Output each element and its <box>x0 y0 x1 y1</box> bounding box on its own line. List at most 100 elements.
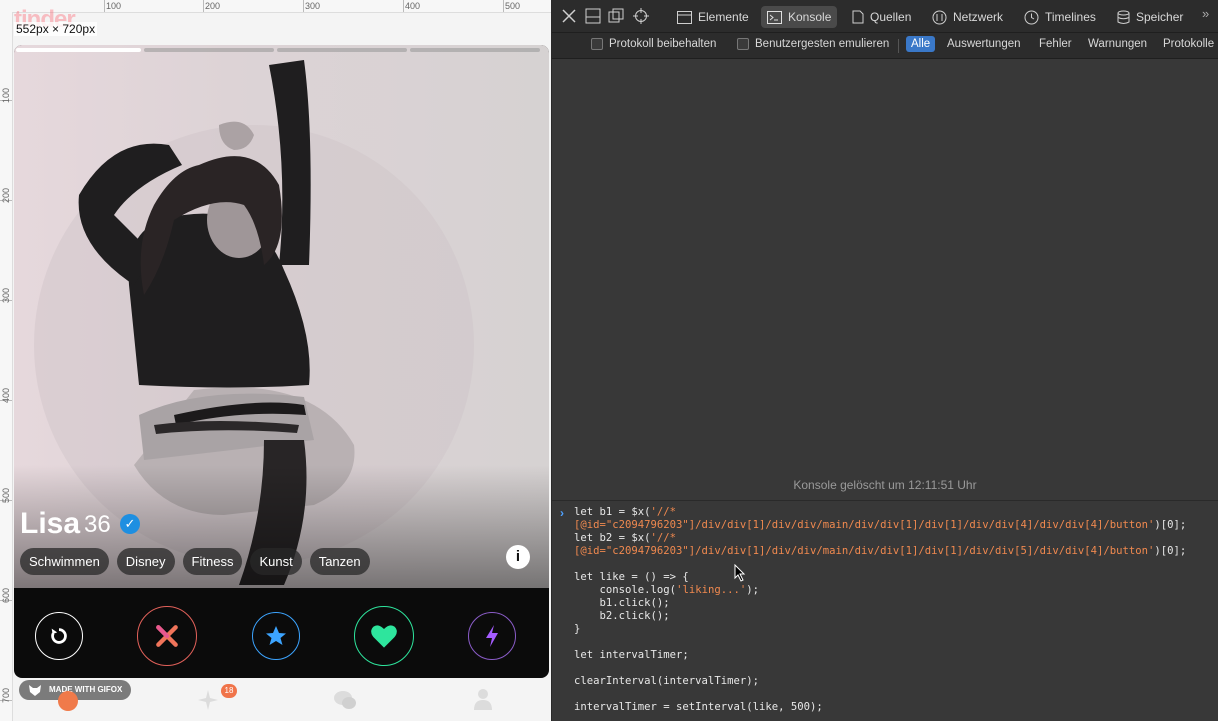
code-line: b2.click(); <box>574 610 670 622</box>
filter-errors[interactable]: Fehler <box>1039 38 1072 50</box>
tab-label: Timelines <box>1045 10 1096 24</box>
tab-network[interactable]: Netzwerk <box>932 6 1003 28</box>
ruler-tick: 300 <box>0 288 12 303</box>
ruler-tick: 700 <box>0 688 12 703</box>
preserve-log-checkbox[interactable]: Protokoll beibehalten <box>591 38 716 50</box>
ruler-label: 500 <box>1 488 11 504</box>
nope-button[interactable] <box>137 606 197 666</box>
interest-chip: Disney <box>116 548 175 575</box>
checkbox-label: Protokoll beibehalten <box>609 38 717 50</box>
code-string: [@id="c2094796203"]/div/div[1]/div/div/m… <box>574 519 1155 531</box>
filter-warnings[interactable]: Warnungen <box>1088 38 1147 50</box>
console-filter-bar: Protokoll beibehalten Benutzergesten emu… <box>552 33 1218 59</box>
star-icon <box>266 626 286 645</box>
viewport-size-label: 552px × 720px <box>14 22 98 36</box>
profile-card[interactable]: Lisa 36 ✓ Schwimmen Disney Fitness Kunst… <box>14 45 549 678</box>
tab-sources[interactable]: Quellen <box>852 6 911 28</box>
ruler-tick: 200 <box>0 188 12 203</box>
interest-chip: Fitness <box>182 548 243 575</box>
profile-name: Lisa <box>20 507 81 540</box>
tab-label: Konsole <box>788 10 832 24</box>
ruler-label: 100 <box>1 88 11 104</box>
filter-logs[interactable]: Protokolle <box>1163 38 1214 50</box>
ruler-label: 400 <box>405 1 421 11</box>
close-icon[interactable] <box>562 9 576 23</box>
profile-photo[interactable]: Lisa 36 ✓ Schwimmen Disney Fitness Kunst… <box>14 45 549 588</box>
element-picker-icon[interactable] <box>633 8 649 24</box>
nav-discover-icon[interactable] <box>58 691 78 711</box>
code-token: ); <box>746 584 759 596</box>
undock-icon[interactable] <box>608 8 624 24</box>
filter-all[interactable]: Alle <box>906 36 936 52</box>
ruler-label: 700 <box>1 688 11 704</box>
interest-chip: Tanzen <box>309 548 370 575</box>
ruler-label: 400 <box>1 388 11 404</box>
code-line: clearInterval(intervalTimer); <box>574 675 759 687</box>
code-string: '//* <box>650 532 677 544</box>
code-string: 'liking...' <box>676 584 747 596</box>
code-token: console.log( <box>574 584 677 596</box>
filter-divider <box>898 39 899 53</box>
code-token: )[0]; <box>1154 545 1187 557</box>
tab-elements[interactable]: Elemente <box>677 6 749 28</box>
browser-viewport: 100 200 300 400 500 100 200 300 400 500 … <box>0 0 551 721</box>
like-button[interactable] <box>354 606 414 666</box>
tab-label: Netzwerk <box>953 10 1004 24</box>
code-line: } <box>574 623 581 635</box>
tab-label: Speicher <box>1136 10 1184 24</box>
tab-console[interactable]: Konsole <box>761 6 838 28</box>
vertical-ruler: 100 200 300 400 500 600 700 <box>0 12 13 721</box>
code-token: )[0]; <box>1154 519 1187 531</box>
filter-label: Auswertungen <box>947 38 1021 50</box>
x-icon <box>156 625 178 647</box>
tab-timelines[interactable]: Timelines <box>1024 6 1096 28</box>
ruler-tick: 100 <box>0 88 12 103</box>
code-string: '//* <box>650 506 677 518</box>
nav-explore-icon[interactable] <box>197 689 219 711</box>
code-line: let intervalTimer; <box>574 649 689 661</box>
horizontal-ruler: 100 200 300 400 500 <box>0 0 551 13</box>
ruler-tick: 200 <box>203 0 220 12</box>
console-prompt-chevron-icon: › <box>560 506 564 520</box>
ruler-tick: 500 <box>503 0 520 12</box>
filter-label: Alle <box>906 36 936 52</box>
notification-badge: 18 <box>221 684 237 698</box>
console-input[interactable]: let b1 = $x('//* [@id="c2094796203"]/div… <box>574 506 1186 714</box>
ruler-tick: 100 <box>104 0 121 12</box>
nav-messages-icon[interactable] <box>333 689 357 711</box>
tab-storage[interactable]: Speicher <box>1117 6 1183 28</box>
filter-evaluations[interactable]: Auswertungen <box>947 38 1021 50</box>
devtools-tab-bar: Elemente Konsole Quellen Netzwerk Timeli… <box>552 0 1218 33</box>
boost-button[interactable] <box>468 612 516 660</box>
verified-badge-icon: ✓ <box>120 514 140 534</box>
filter-label: Protokolle <box>1163 38 1215 50</box>
ruler-label: 600 <box>1 588 11 604</box>
interest-chip: Kunst <box>250 548 302 575</box>
ruler-label: 300 <box>1 288 11 304</box>
checkbox-label: Benutzergesten emulieren <box>755 38 890 50</box>
code-line: intervalTimer = setInterval(like, 500); <box>574 701 823 713</box>
ruler-tick: 600 <box>0 588 12 603</box>
dock-bottom-icon[interactable] <box>585 8 601 24</box>
emulate-gestures-checkbox[interactable]: Benutzergesten emulieren <box>737 38 889 50</box>
super-like-button[interactable] <box>252 612 300 660</box>
code-token: let b1 = $x( <box>574 506 651 518</box>
rewind-icon <box>51 628 67 644</box>
code-string: [@id="c2094796203"]/div/div[1]/div/div/m… <box>574 545 1155 557</box>
console-separator <box>552 500 1218 501</box>
gifox-logo-icon <box>29 685 41 696</box>
mouse-cursor-icon <box>734 564 746 582</box>
filter-label: Fehler <box>1039 38 1072 50</box>
profile-age: 36 <box>84 511 111 538</box>
code-line: let like = () => { <box>574 571 689 583</box>
filter-label: Warnungen <box>1088 38 1148 50</box>
sources-icon <box>852 10 864 24</box>
ruler-label: 200 <box>205 1 221 11</box>
nav-profile-icon[interactable] <box>473 688 493 710</box>
ruler-label: 100 <box>106 1 122 11</box>
info-button[interactable]: i <box>506 545 530 569</box>
more-tabs-chevron-icon[interactable]: » <box>1202 6 1209 21</box>
elements-icon <box>677 10 692 24</box>
rewind-button[interactable] <box>35 612 83 660</box>
checkbox-icon <box>591 38 603 50</box>
